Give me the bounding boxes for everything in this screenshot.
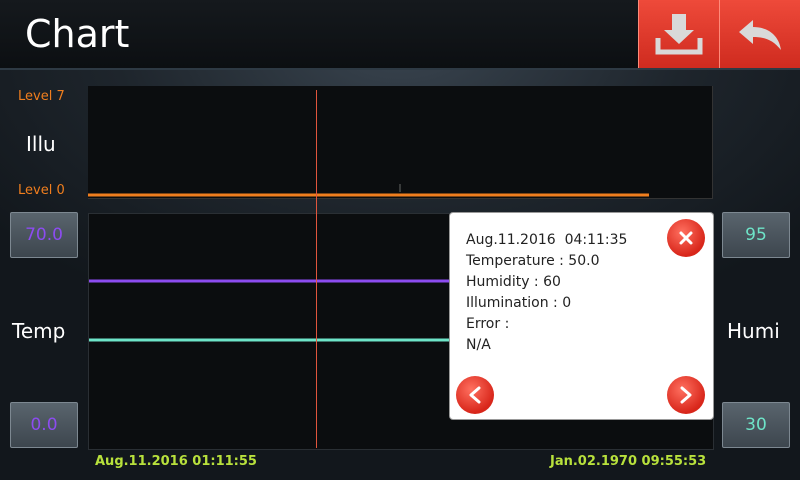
popup-illumination: Illumination : 0 — [466, 295, 572, 311]
illumination-plot — [88, 184, 649, 197]
humi-max-value[interactable]: 95 — [722, 212, 790, 258]
level-top-label: Level 7 — [18, 89, 65, 104]
illumination-chart — [88, 86, 713, 199]
popup-error-label: Error : — [466, 316, 510, 332]
page-title: Chart — [25, 12, 130, 56]
level-bottom-label: Level 0 — [18, 183, 65, 198]
cursor-line[interactable] — [316, 90, 317, 448]
popup-close-button[interactable] — [667, 219, 705, 257]
close-icon — [679, 231, 693, 245]
temp-label: Temp — [12, 319, 66, 343]
temp-max-value[interactable]: 70.0 — [10, 212, 78, 258]
back-button[interactable] — [719, 0, 800, 68]
header-bar: Chart — [0, 0, 800, 70]
prev-arrow-icon — [469, 386, 481, 404]
next-arrow-icon — [680, 386, 692, 404]
back-arrow-icon — [739, 20, 781, 50]
end-timestamp: Jan.02.1970 09:55:53 — [550, 454, 707, 469]
popup-error-value: N/A — [466, 337, 491, 353]
illu-label: Illu — [26, 132, 56, 156]
download-icon — [655, 14, 703, 55]
data-popup: Aug.11.2016 04:11:35 Temperature : 50.0 … — [449, 212, 714, 420]
popup-temperature: Temperature : 50.0 — [466, 253, 600, 269]
popup-prev-button[interactable] — [456, 376, 494, 414]
temp-min-value[interactable]: 0.0 — [10, 402, 78, 448]
humi-min-value[interactable]: 30 — [722, 402, 790, 448]
popup-next-button[interactable] — [667, 376, 705, 414]
download-button[interactable] — [638, 0, 719, 68]
start-timestamp: Aug.11.2016 01:11:55 — [95, 454, 257, 469]
humi-label: Humi — [727, 319, 780, 343]
popup-datetime: Aug.11.2016 04:11:35 — [466, 232, 628, 248]
popup-humidity: Humidity : 60 — [466, 274, 561, 290]
